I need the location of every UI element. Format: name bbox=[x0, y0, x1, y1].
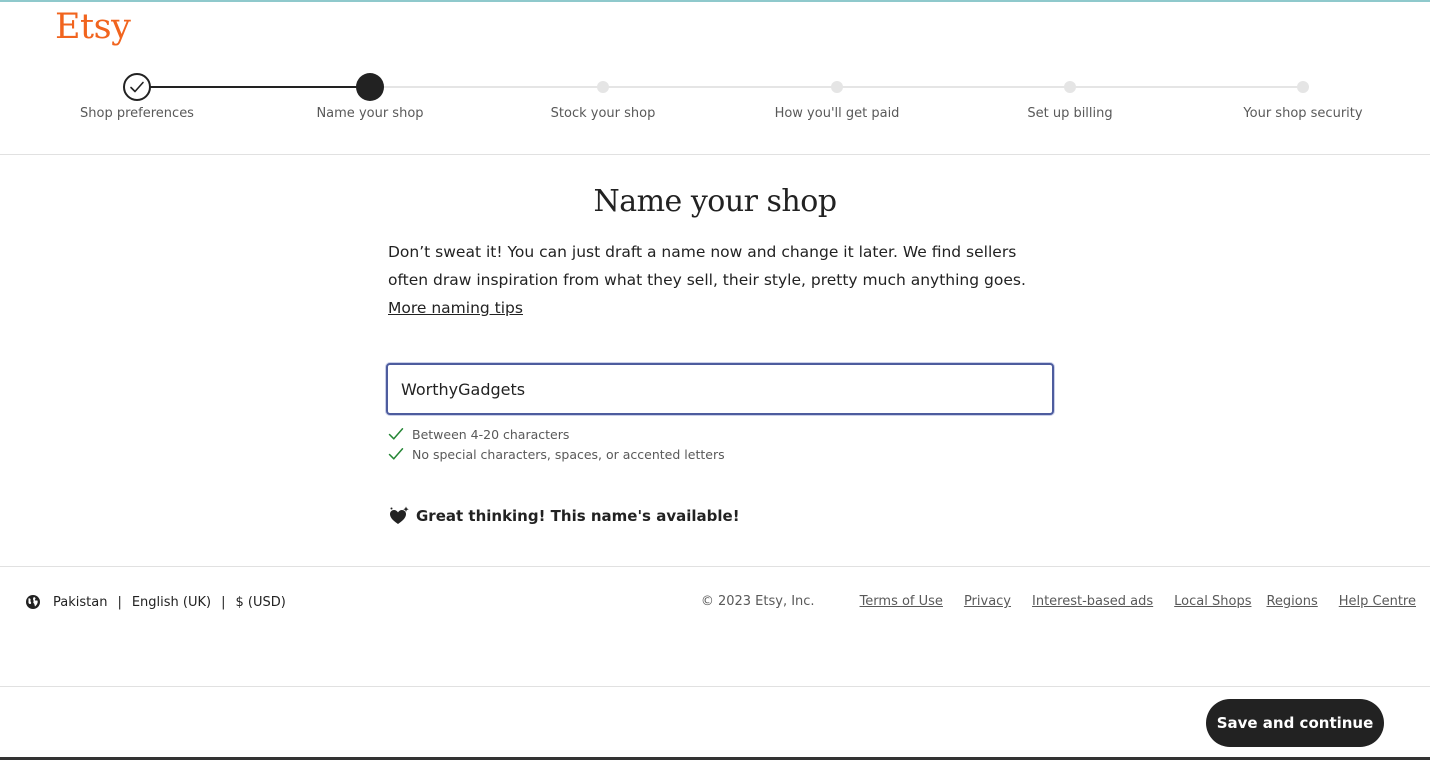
page: Etsy Shop preferences Name your shop Sto… bbox=[0, 0, 1430, 760]
locale-separator: | bbox=[117, 594, 122, 610]
check-icon bbox=[388, 448, 404, 460]
step-label: Name your shop bbox=[316, 106, 424, 121]
page-title: Name your shop bbox=[593, 184, 837, 219]
terms-of-use-link[interactable]: Terms of Use bbox=[860, 594, 943, 609]
footer-divider bbox=[0, 566, 1430, 567]
save-and-continue-button[interactable]: Save and continue bbox=[1206, 699, 1384, 747]
step-set-up-billing: Set up billing bbox=[970, 60, 1170, 130]
copyright-text: © 2023 Etsy, Inc. bbox=[700, 594, 815, 609]
step-label: Your shop security bbox=[1243, 106, 1363, 121]
regions-link[interactable]: Regions bbox=[1266, 594, 1317, 609]
description-text: Don’t sweat it! You can just draft a nam… bbox=[388, 243, 1026, 289]
locale-settings[interactable]: Pakistan | English (UK) | $ (USD) bbox=[25, 594, 286, 610]
rule-text: No special characters, spaces, or accent… bbox=[412, 446, 725, 462]
progress-stepper: Shop preferences Name your shop Stock yo… bbox=[0, 60, 1430, 130]
step-pending-indicator bbox=[1297, 81, 1309, 93]
action-bar-divider bbox=[0, 686, 1430, 687]
step-label: Shop preferences bbox=[80, 106, 194, 121]
check-icon bbox=[130, 81, 144, 93]
availability-message: Great thinking! This name's available! bbox=[388, 505, 740, 527]
check-icon bbox=[388, 428, 404, 440]
local-shops-link[interactable]: Local Shops bbox=[1174, 594, 1251, 609]
name-rules-list: Between 4-20 characters No special chara… bbox=[388, 424, 1058, 464]
header-divider bbox=[0, 154, 1430, 155]
locale-separator: | bbox=[221, 594, 226, 610]
step-label: Stock your shop bbox=[550, 106, 656, 121]
locale-region: Pakistan bbox=[53, 594, 108, 610]
availability-text: Great thinking! This name's available! bbox=[416, 507, 740, 525]
shop-name-input[interactable] bbox=[386, 363, 1054, 415]
footer-links: © 2023 Etsy, Inc. Terms of Use Privacy I… bbox=[701, 594, 1416, 609]
step-current-indicator bbox=[356, 73, 384, 101]
step-your-shop-security: Your shop security bbox=[1203, 60, 1403, 130]
heart-sparkle-icon bbox=[390, 506, 409, 524]
step-pending-indicator bbox=[1064, 81, 1076, 93]
locale-language: English (UK) bbox=[131, 594, 212, 610]
step-pending-indicator bbox=[831, 81, 843, 93]
step-completed-indicator bbox=[123, 73, 151, 101]
step-label: How you'll get paid bbox=[774, 106, 900, 121]
etsy-logo[interactable]: Etsy bbox=[55, 10, 131, 45]
globe-icon bbox=[26, 595, 40, 609]
naming-description: Don’t sweat it! You can just draft a nam… bbox=[388, 238, 1058, 322]
step-name-your-shop: Name your shop bbox=[270, 60, 470, 130]
rule-text: Between 4-20 characters bbox=[412, 426, 570, 442]
step-shop-preferences: Shop preferences bbox=[37, 60, 237, 130]
locale-currency: $ (USD) bbox=[235, 594, 286, 610]
step-label: Set up billing bbox=[1027, 106, 1113, 121]
name-rule-item: No special characters, spaces, or accent… bbox=[388, 444, 1058, 464]
name-rule-item: Between 4-20 characters bbox=[388, 424, 1058, 444]
top-accent-bar bbox=[0, 0, 1430, 2]
help-centre-link[interactable]: Help Centre bbox=[1339, 594, 1416, 609]
more-naming-tips-link[interactable]: More naming tips bbox=[388, 299, 523, 317]
step-stock-your-shop: Stock your shop bbox=[503, 60, 703, 130]
step-pending-indicator bbox=[597, 81, 609, 93]
step-how-youll-get-paid: How you'll get paid bbox=[737, 60, 937, 130]
privacy-link[interactable]: Privacy bbox=[964, 594, 1011, 609]
interest-based-ads-link[interactable]: Interest-based ads bbox=[1032, 594, 1153, 609]
